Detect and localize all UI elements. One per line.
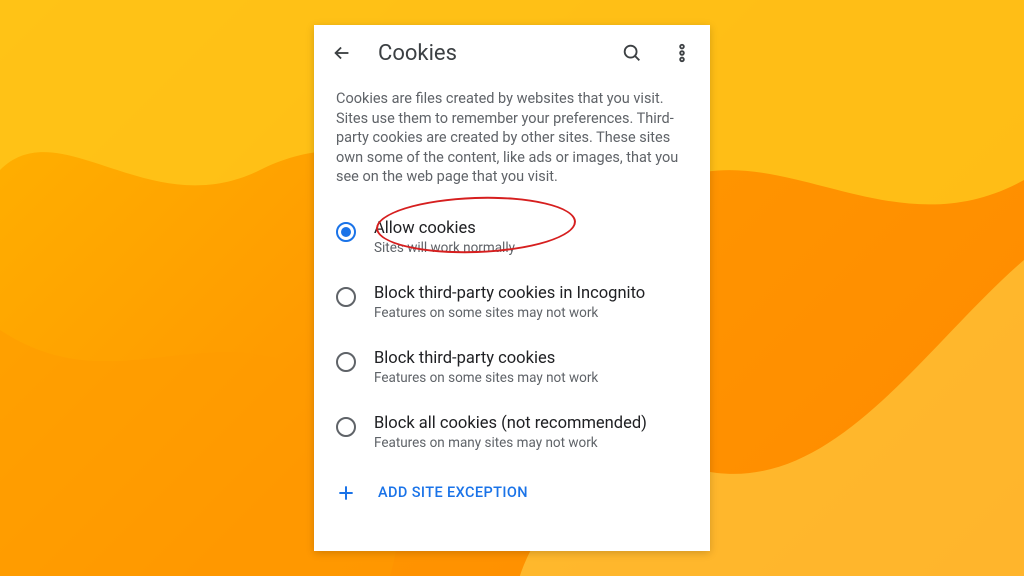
plus-icon xyxy=(336,483,356,503)
page-title: Cookies xyxy=(378,41,596,66)
option-text: Allow cookies Sites will work normally xyxy=(374,219,515,256)
option-text: Block third-party cookies in Incognito F… xyxy=(374,284,645,321)
option-subtitle: Sites will work normally xyxy=(374,240,515,256)
option-subtitle: Features on many sites may not work xyxy=(374,435,647,451)
search-icon[interactable] xyxy=(618,39,646,67)
option-title: Block third-party cookies in Incognito xyxy=(374,284,645,303)
cookies-description: Cookies are files created by websites th… xyxy=(314,81,710,205)
radio-icon[interactable] xyxy=(336,352,356,372)
option-title: Block all cookies (not recommended) xyxy=(374,414,647,433)
option-block-third-party[interactable]: Block third-party cookies Features on so… xyxy=(322,335,702,400)
cookie-options-group: Allow cookies Sites will work normally B… xyxy=(314,205,710,465)
option-text: Block third-party cookies Features on so… xyxy=(374,349,598,386)
more-icon[interactable] xyxy=(668,39,696,67)
option-block-incognito[interactable]: Block third-party cookies in Incognito F… xyxy=(322,270,702,335)
add-site-exception-button[interactable]: ADD SITE EXCEPTION xyxy=(314,465,710,521)
radio-icon[interactable] xyxy=(336,417,356,437)
radio-icon[interactable] xyxy=(336,287,356,307)
app-bar: Cookies xyxy=(314,25,710,81)
add-exception-label: ADD SITE EXCEPTION xyxy=(378,484,528,501)
option-text: Block all cookies (not recommended) Feat… xyxy=(374,414,647,451)
radio-icon[interactable] xyxy=(336,222,356,242)
option-subtitle: Features on some sites may not work xyxy=(374,305,645,321)
option-block-all[interactable]: Block all cookies (not recommended) Feat… xyxy=(322,400,702,465)
cookies-settings-panel: Cookies Cookies are files created by web… xyxy=(314,25,710,551)
option-title: Block third-party cookies xyxy=(374,349,598,368)
option-title: Allow cookies xyxy=(374,219,515,238)
back-icon[interactable] xyxy=(328,39,356,67)
option-allow-cookies[interactable]: Allow cookies Sites will work normally xyxy=(322,205,702,270)
option-subtitle: Features on some sites may not work xyxy=(374,370,598,386)
